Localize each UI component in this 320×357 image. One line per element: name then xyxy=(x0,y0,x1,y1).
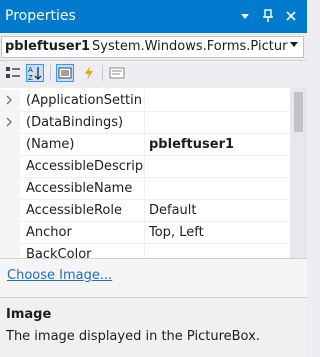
description-title: Image xyxy=(6,307,52,322)
row-margin xyxy=(0,200,20,222)
dropdown-arrow-icon[interactable] xyxy=(237,8,253,24)
chevron-right-icon[interactable] xyxy=(5,115,13,132)
object-name: pbleftuser1 xyxy=(5,39,91,54)
svg-text:A: A xyxy=(28,66,33,74)
properties-title-bar: Properties xyxy=(0,0,307,33)
property-value[interactable] xyxy=(144,178,290,200)
property-name: AccessibleDescrip xyxy=(26,159,144,174)
property-grid: (ApplicationSettin (DataBindings) (Name)… xyxy=(0,88,290,258)
close-icon[interactable] xyxy=(283,8,299,24)
property-value[interactable]: Top, Left xyxy=(144,222,290,244)
property-value[interactable] xyxy=(144,244,290,258)
property-name: (ApplicationSettin xyxy=(26,93,143,108)
property-value[interactable] xyxy=(144,90,290,112)
alphabetical-icon[interactable]: AZ xyxy=(26,64,44,82)
toolbar-separator xyxy=(50,65,51,81)
svg-text:Z: Z xyxy=(28,74,33,81)
property-value[interactable] xyxy=(144,156,290,178)
property-row[interactable]: (ApplicationSettin xyxy=(0,90,290,112)
property-value[interactable] xyxy=(144,112,290,134)
chevron-down-icon[interactable] xyxy=(287,38,301,56)
property-value[interactable]: Default xyxy=(144,200,290,222)
property-name: AccessibleRole xyxy=(26,203,122,218)
property-name: AccessibleName xyxy=(26,181,133,196)
scrollbar-thumb[interactable] xyxy=(294,92,303,132)
row-margin xyxy=(0,178,20,200)
description-text: The image displayed in the PictureBox. xyxy=(6,329,260,344)
toolbar-separator xyxy=(102,65,103,81)
row-margin xyxy=(0,244,20,258)
pin-icon[interactable] xyxy=(260,8,276,24)
events-icon[interactable] xyxy=(80,64,98,82)
properties-toolbar: AZ xyxy=(0,61,307,85)
row-margin xyxy=(0,222,20,244)
property-pages-icon[interactable] xyxy=(108,64,126,82)
object-selector[interactable]: pbleftuser1 System.Windows.Forms.Pictur xyxy=(1,36,304,58)
choose-image-link[interactable]: Choose Image... xyxy=(7,268,112,283)
property-row[interactable]: AccessibleDescrip xyxy=(0,156,290,178)
property-row[interactable]: AccessibleRole Default xyxy=(0,200,290,222)
property-row[interactable]: Anchor Top, Left xyxy=(0,222,290,244)
property-name: BackColor xyxy=(26,247,92,258)
object-type: System.Windows.Forms.Pictur xyxy=(92,39,288,54)
property-name: Anchor xyxy=(26,225,72,240)
chevron-right-icon[interactable] xyxy=(5,93,13,110)
vertical-scrollbar[interactable] xyxy=(290,88,307,258)
property-name: (Name) xyxy=(26,137,75,152)
property-row[interactable]: (Name) pbleftuser1 xyxy=(0,134,290,156)
properties-icon[interactable] xyxy=(56,64,74,82)
commands-pane: Choose Image... xyxy=(0,258,307,298)
row-margin xyxy=(0,156,20,178)
panel-title: Properties xyxy=(5,8,76,24)
property-row[interactable]: AccessibleName xyxy=(0,178,290,200)
property-row[interactable]: BackColor xyxy=(0,244,290,258)
row-margin xyxy=(0,134,20,156)
property-value[interactable]: pbleftuser1 xyxy=(144,134,290,156)
categorized-icon[interactable] xyxy=(4,64,22,82)
object-selector-bar: pbleftuser1 System.Windows.Forms.Pictur xyxy=(0,33,307,61)
property-name: (DataBindings) xyxy=(26,115,124,130)
property-row[interactable]: (DataBindings) xyxy=(0,112,290,134)
description-pane: Image The image displayed in the Picture… xyxy=(0,298,307,357)
